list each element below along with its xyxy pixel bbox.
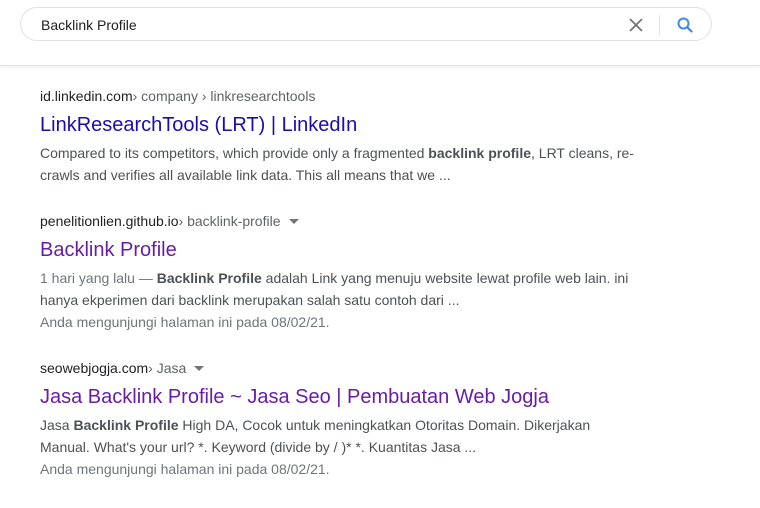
snippet-highlight: Backlink Profile: [73, 417, 179, 433]
search-icon: [677, 17, 693, 33]
search-box-divider: [659, 15, 660, 35]
result-url-breadcrumb[interactable]: id.linkedin.com › company › linkresearch…: [40, 86, 640, 106]
result-snippet: Jasa Backlink Profile High DA, Cocok unt…: [40, 414, 640, 458]
caret-down-icon[interactable]: [194, 366, 205, 371]
result-title-link[interactable]: Backlink Profile: [40, 237, 640, 263]
snippet-highlight: backlink profile: [428, 145, 531, 161]
search-result: seowebjogja.com › Jasa Jasa Backlink Pro…: [40, 358, 640, 480]
search-header: [0, 0, 760, 66]
result-url-breadcrumb[interactable]: seowebjogja.com › Jasa: [40, 358, 640, 378]
snippet-highlight: Backlink Profile: [156, 270, 262, 286]
result-domain: id.linkedin.com: [40, 88, 133, 104]
result-date: 1 hari yang lalu —: [40, 270, 157, 286]
result-path: › company › linkresearchtools: [132, 88, 316, 104]
result-path: › Jasa: [148, 360, 187, 376]
result-title-link[interactable]: LinkResearchTools (LRT) | LinkedIn: [40, 112, 640, 138]
result-domain: seowebjogja.com: [40, 360, 149, 376]
close-icon: [629, 18, 643, 32]
clear-search-button[interactable]: [625, 15, 647, 35]
search-button[interactable]: [673, 14, 697, 36]
result-url-breadcrumb[interactable]: penelitionlien.github.io › backlink-prof…: [40, 211, 640, 231]
result-snippet: 1 hari yang lalu — Backlink Profile adal…: [40, 267, 640, 311]
result-path: › backlink-profile: [178, 213, 281, 229]
search-result: id.linkedin.com › company › linkresearch…: [40, 86, 640, 211]
caret-down-icon[interactable]: [288, 219, 299, 224]
search-results: id.linkedin.com › company › linkresearch…: [40, 86, 640, 480]
search-result: penelitionlien.github.io › backlink-prof…: [40, 211, 640, 358]
result-snippet: Compared to its competitors, which provi…: [40, 142, 640, 186]
snippet-text: Compared to its competitors, which provi…: [40, 145, 429, 161]
visited-note: Anda mengunjungi halaman ini pada 08/02/…: [40, 461, 330, 477]
visited-note: Anda mengunjungi halaman ini pada 08/02/…: [40, 314, 330, 330]
snippet-text: Jasa: [40, 417, 74, 433]
result-title-link[interactable]: Jasa Backlink Profile ~ Jasa Seo | Pembu…: [40, 384, 640, 410]
result-domain: penelitionlien.github.io: [40, 213, 179, 229]
search-input[interactable]: [41, 16, 601, 34]
search-box[interactable]: [20, 7, 712, 41]
